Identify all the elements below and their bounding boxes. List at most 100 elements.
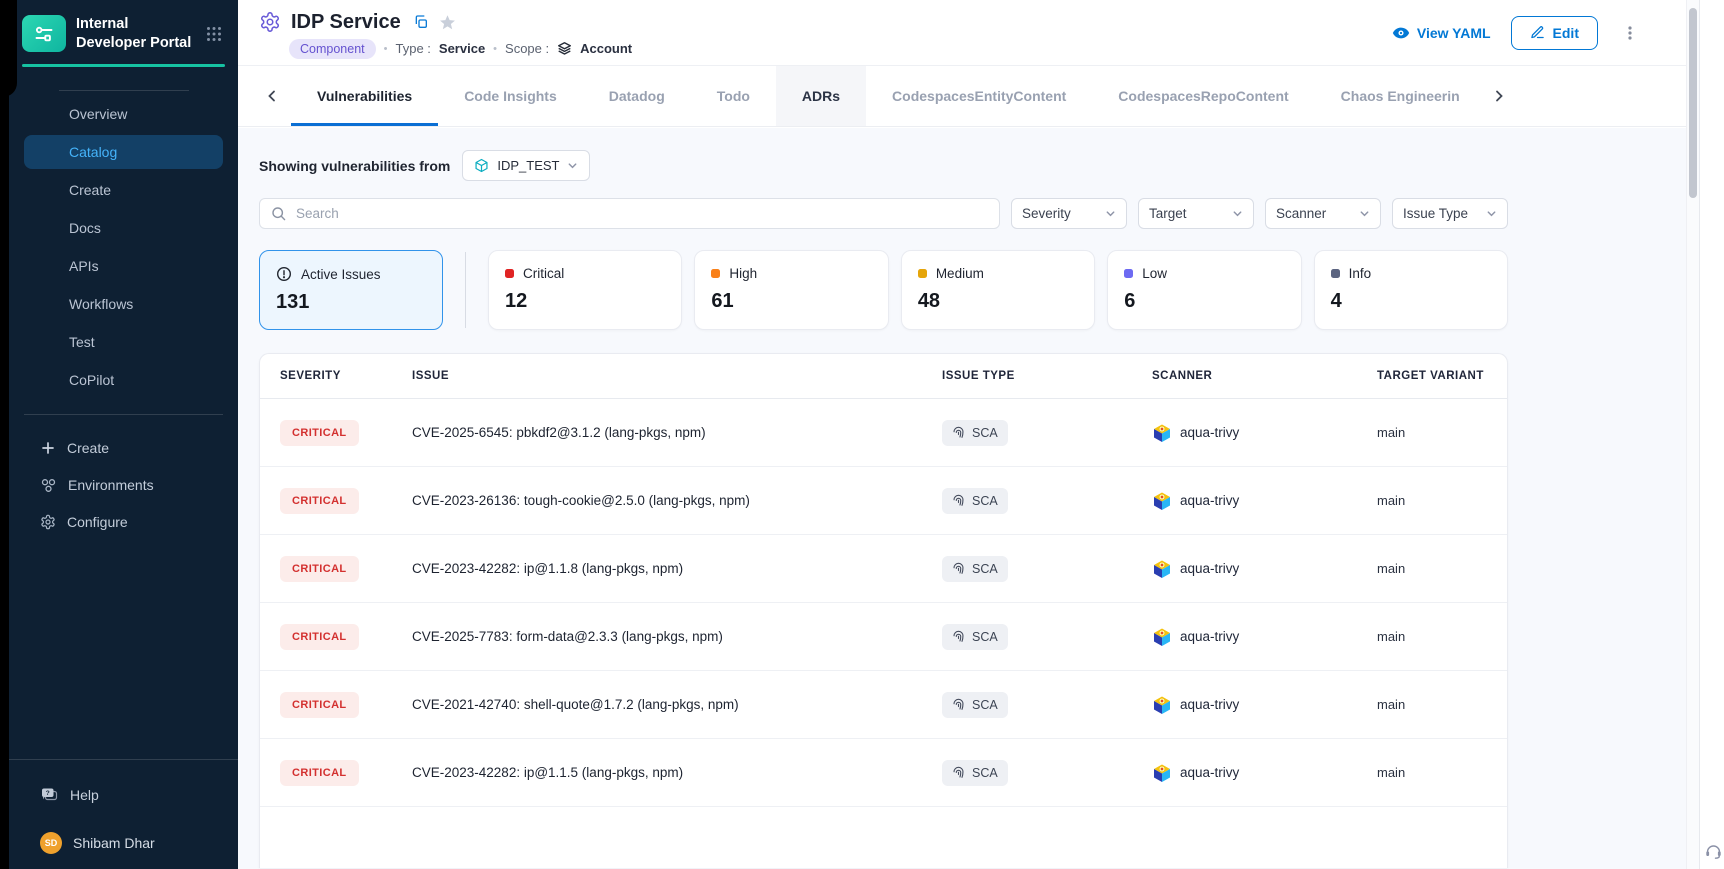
tab-todo[interactable]: Todo bbox=[691, 66, 776, 126]
scrollbar-track[interactable] bbox=[1686, 0, 1699, 869]
sidebar-action-create[interactable]: Create bbox=[24, 432, 223, 465]
search-box bbox=[259, 198, 1000, 229]
severity-badge: CRITICAL bbox=[280, 488, 359, 514]
tabs-bar: Vulnerabilities Code Insights Datadog To… bbox=[238, 66, 1686, 127]
app-switcher-button[interactable] bbox=[203, 23, 225, 45]
info-count: 4 bbox=[1331, 290, 1491, 313]
issue-text: CVE-2021-42740: shell-quote@1.7.2 (lang-… bbox=[412, 697, 942, 712]
app-logo[interactable] bbox=[22, 15, 66, 52]
help-button[interactable]: ? Help bbox=[9, 782, 238, 808]
chevron-down-icon bbox=[1105, 208, 1116, 219]
tab-datadog[interactable]: Datadog bbox=[583, 66, 691, 126]
scanner-filter[interactable]: Scanner bbox=[1265, 198, 1381, 229]
scanner-cell: aqua-trivy bbox=[1152, 627, 1377, 647]
edit-button[interactable]: Edit bbox=[1511, 16, 1598, 50]
table-row[interactable]: CRITICAL CVE-2023-42282: ip@1.1.5 (lang-… bbox=[260, 739, 1507, 807]
right-gutter bbox=[1699, 0, 1724, 869]
issue-text: CVE-2025-6545: pbkdf2@3.1.2 (lang-pkgs, … bbox=[412, 425, 942, 440]
issue-type-filter[interactable]: Issue Type bbox=[1392, 198, 1508, 229]
view-yaml-label: View YAML bbox=[1417, 25, 1491, 41]
card-label: Critical bbox=[523, 266, 564, 281]
tab-code-insights[interactable]: Code Insights bbox=[438, 66, 583, 126]
scanner-name: aqua-trivy bbox=[1180, 561, 1239, 576]
scope-value: Account bbox=[580, 41, 632, 56]
left-black-rail bbox=[0, 0, 9, 869]
critical-count: 12 bbox=[505, 290, 665, 313]
table-row[interactable]: CRITICAL CVE-2023-42282: ip@1.1.8 (lang-… bbox=[260, 535, 1507, 603]
scanner-cell: aqua-trivy bbox=[1152, 559, 1377, 579]
sidebar-item-docs[interactable]: Docs bbox=[24, 211, 223, 245]
sidebar-item-copilot[interactable]: CoPilot bbox=[24, 363, 223, 397]
sidebar-action-environments[interactable]: Environments bbox=[24, 469, 223, 502]
sidebar-item-overview[interactable]: Overview bbox=[24, 97, 223, 131]
sidebar-item-apis[interactable]: APIs bbox=[24, 249, 223, 283]
table-row[interactable]: CRITICAL CVE-2025-7783: form-data@2.3.3 … bbox=[260, 603, 1507, 671]
issue-text: CVE-2023-42282: ip@1.1.8 (lang-pkgs, npm… bbox=[412, 561, 942, 576]
support-button[interactable] bbox=[1704, 842, 1723, 860]
active-issues-card[interactable]: Active Issues 131 bbox=[259, 250, 443, 330]
card-label: Low bbox=[1142, 266, 1167, 281]
severity-filter[interactable]: Severity bbox=[1011, 198, 1127, 229]
view-yaml-button[interactable]: View YAML bbox=[1392, 25, 1491, 41]
plus-icon bbox=[40, 440, 56, 456]
tab-codespaces-entity-content[interactable]: CodespacesEntityContent bbox=[866, 66, 1092, 126]
aqua-trivy-icon bbox=[1152, 763, 1172, 783]
copy-icon[interactable] bbox=[413, 14, 429, 30]
grid-dots-icon bbox=[205, 25, 223, 43]
sidebar-action-configure[interactable]: Configure bbox=[24, 506, 223, 539]
sidebar-item-create[interactable]: Create bbox=[24, 173, 223, 207]
fingerprint-icon bbox=[952, 630, 965, 643]
scrollbar-thumb[interactable] bbox=[1689, 8, 1697, 198]
card-label: High bbox=[729, 266, 757, 281]
table-row[interactable]: CRITICAL CVE-2021-42740: shell-quote@1.7… bbox=[260, 671, 1507, 739]
sidebar-item-catalog[interactable]: Catalog bbox=[24, 135, 223, 169]
medium-card[interactable]: Medium 48 bbox=[901, 250, 1095, 330]
tab-adrs[interactable]: ADRs bbox=[776, 66, 866, 126]
kebab-icon bbox=[1622, 25, 1638, 41]
issue-type-chip: SCA bbox=[942, 420, 1008, 446]
project-select[interactable]: IDP_TEST bbox=[462, 150, 590, 181]
medium-count: 48 bbox=[918, 290, 1078, 313]
sidebar-item-workflows[interactable]: Workflows bbox=[24, 287, 223, 321]
aqua-trivy-icon bbox=[1152, 491, 1172, 511]
column-target-variant: TARGET VARIANT bbox=[1377, 370, 1487, 382]
chevron-left-icon bbox=[265, 89, 279, 103]
user-name: Shibam Dhar bbox=[73, 835, 155, 851]
divider bbox=[9, 759, 238, 760]
chevron-down-icon bbox=[1486, 208, 1497, 219]
low-card[interactable]: Low 6 bbox=[1107, 250, 1301, 330]
tabs-scroll-right-button[interactable] bbox=[1486, 83, 1512, 109]
svg-text:?: ? bbox=[46, 790, 50, 797]
eye-icon bbox=[1392, 26, 1410, 40]
left-black-notch bbox=[0, 0, 17, 97]
issue-type-chip: SCA bbox=[942, 624, 1008, 650]
high-card[interactable]: High 61 bbox=[694, 250, 888, 330]
severity-badge: CRITICAL bbox=[280, 420, 359, 446]
tabs-scroll-left-button[interactable] bbox=[259, 83, 285, 109]
sidebar-footer: ? Help SD Shibam Dhar bbox=[9, 759, 238, 869]
sidebar: Internal Developer Portal Overview Catal… bbox=[9, 0, 238, 869]
severity-badge: CRITICAL bbox=[280, 692, 359, 718]
tab-vulnerabilities[interactable]: Vulnerabilities bbox=[291, 66, 438, 126]
edit-label: Edit bbox=[1553, 25, 1579, 41]
more-options-button[interactable] bbox=[1618, 21, 1642, 45]
user-menu[interactable]: SD Shibam Dhar bbox=[9, 830, 238, 856]
star-icon[interactable] bbox=[439, 14, 456, 31]
critical-card[interactable]: Critical 12 bbox=[488, 250, 682, 330]
scanner-name: aqua-trivy bbox=[1180, 629, 1239, 644]
table-row[interactable]: CRITICAL CVE-2023-26136: tough-cookie@2.… bbox=[260, 467, 1507, 535]
sidebar-item-test[interactable]: Test bbox=[24, 325, 223, 359]
target-filter[interactable]: Target bbox=[1138, 198, 1254, 229]
table-row[interactable]: CRITICAL CVE-2025-6545: pbkdf2@3.1.2 (la… bbox=[260, 399, 1507, 467]
target-variant: main bbox=[1377, 629, 1487, 644]
info-card[interactable]: Info 4 bbox=[1314, 250, 1508, 330]
issue-text: CVE-2023-42282: ip@1.1.5 (lang-pkgs, npm… bbox=[412, 765, 942, 780]
column-severity: SEVERITY bbox=[280, 370, 412, 382]
issue-type-chip: SCA bbox=[942, 760, 1008, 786]
high-count: 61 bbox=[711, 290, 871, 313]
tab-codespaces-repo-content[interactable]: CodespacesRepoContent bbox=[1092, 66, 1314, 126]
entity-kind-badge: Component bbox=[289, 39, 376, 59]
tab-chaos-engineering[interactable]: Chaos Engineerin bbox=[1315, 66, 1486, 126]
divider bbox=[24, 414, 223, 415]
search-input[interactable] bbox=[294, 205, 988, 222]
